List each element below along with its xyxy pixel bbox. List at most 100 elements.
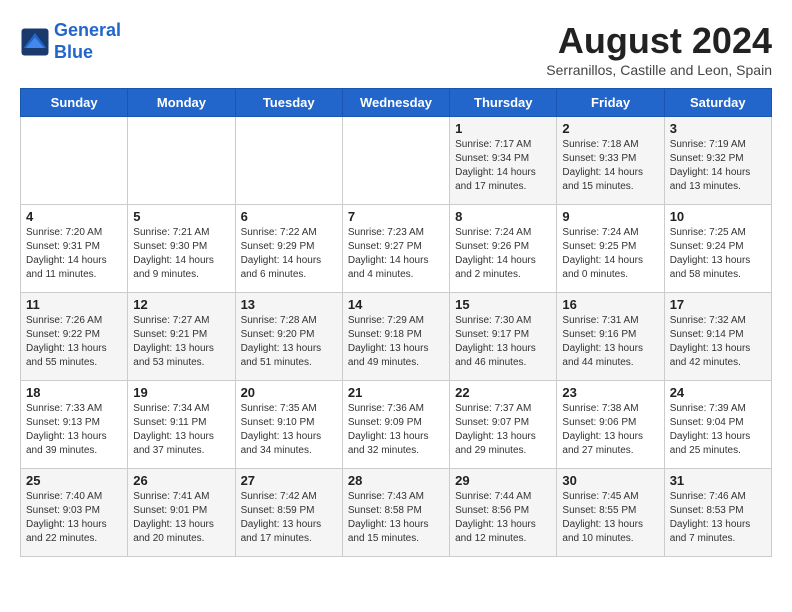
day-info: Sunrise: 7:23 AM Sunset: 9:27 PM Dayligh… [348,226,444,282]
col-saturday: Saturday [664,89,771,117]
calendar-week-4: 18 Sunrise: 7:33 AM Sunset: 9:13 PM Dayli… [21,381,772,469]
calendar-cell [342,117,449,205]
calendar-cell: 26Sunrise: 7:41 AM Sunset: 9:01 PM Dayli… [128,469,235,557]
day-number: 30 [562,473,658,488]
calendar-cell: 17 Sunrise: 7:32 AM Sunset: 9:14 PM Dayli… [664,293,771,381]
calendar-week-5: 25 Sunrise: 7:40 AM Sunset: 9:03 PM Dayli… [21,469,772,557]
calendar-week-2: 4Sunrise: 7:20 AM Sunset: 9:31 PM Daylig… [21,205,772,293]
calendar-cell: 8Sunrise: 7:24 AM Sunset: 9:26 PM Daylig… [450,205,557,293]
day-info: Sunrise: 7:33 AM Sunset: 9:13 PM Dayligh… [26,402,122,458]
calendar-cell: 20 Sunrise: 7:35 AM Sunset: 9:10 PM Dayli… [235,381,342,469]
day-number: 29 [455,473,551,488]
day-number: 12 [133,297,229,312]
calendar-cell: 15 Sunrise: 7:30 AM Sunset: 9:17 PM Dayli… [450,293,557,381]
day-number: 21 [348,385,444,400]
day-number: 31 [670,473,766,488]
day-info: Sunrise: 7:43 AM Sunset: 8:58 PM Dayligh… [348,490,444,546]
calendar-cell: 11Sunrise: 7:26 AM Sunset: 9:22 PM Dayli… [21,293,128,381]
calendar-cell [235,117,342,205]
calendar-cell [128,117,235,205]
day-number: 16 [562,297,658,312]
logo-general: General [54,20,121,40]
calendar-cell: 22 Sunrise: 7:37 AM Sunset: 9:07 PM Dayli… [450,381,557,469]
day-info: Sunrise: 7:37 AM Sunset: 9:07 PM Dayligh… [455,402,551,458]
day-info: Sunrise: 7:22 AM Sunset: 9:29 PM Dayligh… [241,226,337,282]
day-number: 9 [562,209,658,224]
day-info: Sunrise: 7:35 AM Sunset: 9:10 PM Dayligh… [241,402,337,458]
col-thursday: Thursday [450,89,557,117]
day-info: Sunrise: 7:41 AM Sunset: 9:01 PM Dayligh… [133,490,229,546]
calendar-cell: 4Sunrise: 7:20 AM Sunset: 9:31 PM Daylig… [21,205,128,293]
day-number: 18 [26,385,122,400]
calendar-cell: 13Sunrise: 7:28 AM Sunset: 9:20 PM Dayli… [235,293,342,381]
calendar-header: Sunday Monday Tuesday Wednesday Thursday… [21,89,772,117]
day-info: Sunrise: 7:17 AM Sunset: 9:34 PM Dayligh… [455,138,551,194]
calendar-cell: 7 Sunrise: 7:23 AM Sunset: 9:27 PM Daylig… [342,205,449,293]
day-info: Sunrise: 7:24 AM Sunset: 9:25 PM Dayligh… [562,226,658,282]
calendar-cell: 29 Sunrise: 7:44 AM Sunset: 8:56 PM Dayli… [450,469,557,557]
day-info: Sunrise: 7:32 AM Sunset: 9:14 PM Dayligh… [670,314,766,370]
day-info: Sunrise: 7:28 AM Sunset: 9:20 PM Dayligh… [241,314,337,370]
calendar-cell: 12 Sunrise: 7:27 AM Sunset: 9:21 PM Dayli… [128,293,235,381]
calendar-cell: 1Sunrise: 7:17 AM Sunset: 9:34 PM Daylig… [450,117,557,205]
calendar-cell: 6 Sunrise: 7:22 AM Sunset: 9:29 PM Daylig… [235,205,342,293]
day-number: 17 [670,297,766,312]
day-info: Sunrise: 7:26 AM Sunset: 9:22 PM Dayligh… [26,314,122,370]
day-info: Sunrise: 7:27 AM Sunset: 9:21 PM Dayligh… [133,314,229,370]
weekday-header-row: Sunday Monday Tuesday Wednesday Thursday… [21,89,772,117]
calendar-cell: 16Sunrise: 7:31 AM Sunset: 9:16 PM Dayli… [557,293,664,381]
calendar-cell: 25 Sunrise: 7:40 AM Sunset: 9:03 PM Dayli… [21,469,128,557]
col-sunday: Sunday [21,89,128,117]
day-info: Sunrise: 7:45 AM Sunset: 8:55 PM Dayligh… [562,490,658,546]
day-number: 23 [562,385,658,400]
day-info: Sunrise: 7:20 AM Sunset: 9:31 PM Dayligh… [26,226,122,282]
calendar-cell: 24Sunrise: 7:39 AM Sunset: 9:04 PM Dayli… [664,381,771,469]
day-info: Sunrise: 7:25 AM Sunset: 9:24 PM Dayligh… [670,226,766,282]
col-wednesday: Wednesday [342,89,449,117]
day-info: Sunrise: 7:24 AM Sunset: 9:26 PM Dayligh… [455,226,551,282]
title-block: August 2024 Serranillos, Castille and Le… [546,20,772,78]
day-number: 3 [670,121,766,136]
calendar-cell: 28Sunrise: 7:43 AM Sunset: 8:58 PM Dayli… [342,469,449,557]
day-number: 5 [133,209,229,224]
calendar-cell: 30 Sunrise: 7:45 AM Sunset: 8:55 PM Dayli… [557,469,664,557]
day-info: Sunrise: 7:44 AM Sunset: 8:56 PM Dayligh… [455,490,551,546]
day-number: 19 [133,385,229,400]
day-number: 14 [348,297,444,312]
calendar-cell: 23 Sunrise: 7:38 AM Sunset: 9:06 PM Dayli… [557,381,664,469]
calendar-cell: 27 Sunrise: 7:42 AM Sunset: 8:59 PM Dayli… [235,469,342,557]
day-info: Sunrise: 7:30 AM Sunset: 9:17 PM Dayligh… [455,314,551,370]
day-info: Sunrise: 7:40 AM Sunset: 9:03 PM Dayligh… [26,490,122,546]
col-monday: Monday [128,89,235,117]
day-number: 22 [455,385,551,400]
day-info: Sunrise: 7:29 AM Sunset: 9:18 PM Dayligh… [348,314,444,370]
day-info: Sunrise: 7:21 AM Sunset: 9:30 PM Dayligh… [133,226,229,282]
day-number: 6 [241,209,337,224]
col-friday: Friday [557,89,664,117]
calendar-cell: 19 Sunrise: 7:34 AM Sunset: 9:11 PM Dayli… [128,381,235,469]
calendar-cell: 9 Sunrise: 7:24 AM Sunset: 9:25 PM Daylig… [557,205,664,293]
location-subtitle: Serranillos, Castille and Leon, Spain [546,62,772,78]
day-number: 27 [241,473,337,488]
day-number: 7 [348,209,444,224]
day-info: Sunrise: 7:36 AM Sunset: 9:09 PM Dayligh… [348,402,444,458]
calendar-cell: 21 Sunrise: 7:36 AM Sunset: 9:09 PM Dayli… [342,381,449,469]
logo-text: General Blue [54,20,121,63]
day-info: Sunrise: 7:42 AM Sunset: 8:59 PM Dayligh… [241,490,337,546]
calendar-cell: 2 Sunrise: 7:18 AM Sunset: 9:33 PM Daylig… [557,117,664,205]
day-number: 20 [241,385,337,400]
day-info: Sunrise: 7:18 AM Sunset: 9:33 PM Dayligh… [562,138,658,194]
day-info: Sunrise: 7:34 AM Sunset: 9:11 PM Dayligh… [133,402,229,458]
calendar-cell: 18 Sunrise: 7:33 AM Sunset: 9:13 PM Dayli… [21,381,128,469]
day-number: 25 [26,473,122,488]
page-header: General Blue August 2024 Serranillos, Ca… [20,20,772,78]
calendar-table: Sunday Monday Tuesday Wednesday Thursday… [20,88,772,557]
day-number: 2 [562,121,658,136]
calendar-cell: 31Sunrise: 7:46 AM Sunset: 8:53 PM Dayli… [664,469,771,557]
month-title: August 2024 [546,20,772,62]
day-number: 15 [455,297,551,312]
day-info: Sunrise: 7:38 AM Sunset: 9:06 PM Dayligh… [562,402,658,458]
day-info: Sunrise: 7:19 AM Sunset: 9:32 PM Dayligh… [670,138,766,194]
day-number: 24 [670,385,766,400]
logo: General Blue [20,20,121,63]
